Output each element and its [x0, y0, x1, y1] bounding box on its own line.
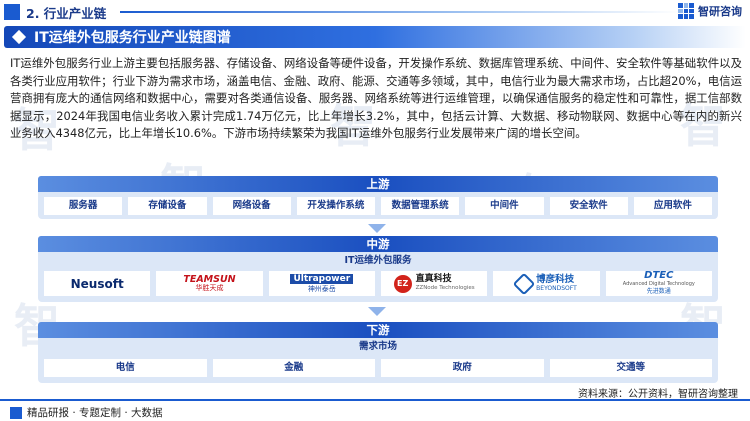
logo-teamsun-en: TEAMSUN	[183, 273, 236, 285]
arrow-down-icon	[368, 224, 386, 233]
downstream-item-telecom: 电信	[44, 359, 207, 377]
page-title: IT运维外包服务行业产业链图谱	[34, 30, 231, 46]
logo-beyondsoft: 博彦科技 BEYONDSOFT	[493, 271, 600, 296]
section-label: 2. 行业产业链	[26, 5, 107, 21]
upstream-block: 上游 服务器 存储设备 网络设备 开发操作系统 数据管理系统 中间件 安全软件 …	[38, 176, 718, 219]
midstream-header: 中游	[38, 236, 718, 252]
midstream-sublabel: IT运维外包服务	[344, 255, 412, 266]
downstream-block: 下游 需求市场 电信 金融 政府 交通等	[38, 322, 718, 383]
brand-logo: 智研咨询	[678, 3, 742, 19]
description-paragraph: IT运维外包服务行业上游主要包括服务器、存储设备、网络设备等硬件设备，开发操作系…	[10, 56, 742, 141]
upstream-item-os: 开发操作系统	[296, 197, 375, 215]
diamond-icon	[11, 29, 27, 45]
logo-ezz: EZ 直真科技 ZZNode Technologies	[380, 271, 488, 296]
logo-ultrapower-cn: 神州泰岳	[307, 284, 336, 293]
top-header: 2. 行业产业链 智研咨询	[0, 0, 750, 24]
title-bar: IT运维外包服务行业产业链图谱	[4, 26, 746, 48]
footer-text: 精品研报 · 专题定制 · 大数据	[27, 407, 163, 419]
arrow-down-icon	[368, 307, 386, 316]
logo-ezz-cn: 直真科技	[415, 273, 452, 284]
downstream-header: 下游	[38, 322, 718, 338]
section-tag: 2. 行业产业链	[0, 3, 106, 21]
logo-dtec-en: DTEC	[644, 271, 674, 281]
logo-teamsun: TEAMSUN 华胜天成	[156, 271, 263, 296]
upstream-item-security: 安全软件	[549, 197, 628, 215]
upstream-item-middleware: 中间件	[465, 197, 544, 215]
brand-name: 智研咨询	[698, 5, 742, 18]
footer: 精品研报 · 专题定制 · 大数据	[0, 399, 750, 421]
section-square-icon	[4, 4, 20, 20]
footer-square-icon	[10, 406, 22, 419]
source-note: 资料来源：公开资料，智研咨询整理	[578, 389, 738, 400]
logo-beyondsoft-cn: 博彦科技	[536, 273, 575, 285]
upstream-item-dbms: 数据管理系统	[381, 197, 460, 215]
ezz-mark-icon: EZ	[393, 274, 412, 293]
downstream-item-finance: 金融	[212, 359, 375, 377]
upstream-item-network: 网络设备	[212, 197, 291, 215]
downstream-item-transport: 交通等	[549, 359, 712, 377]
logo-beyondsoft-en: BEYONDSOFT	[536, 284, 577, 292]
downstream-sublabel: 需求市场	[358, 341, 397, 352]
logo-teamsun-cn: 华胜天成	[195, 283, 224, 292]
downstream-item-government: 政府	[381, 359, 544, 377]
logo-dtec-tag: Advanced Digital Technology	[622, 280, 695, 287]
brand-mark-icon	[678, 3, 694, 19]
upstream-item-server: 服务器	[44, 197, 123, 215]
header-divider	[120, 11, 680, 13]
upstream-item-apps: 应用软件	[633, 197, 712, 215]
beyondsoft-mark-icon	[512, 272, 536, 295]
logo-ezz-en: ZZNode Technologies	[415, 284, 475, 291]
logo-dtec-cn: 先进数通	[646, 287, 671, 295]
upstream-header: 上游	[38, 176, 718, 192]
logo-neusoft: Neusoft	[44, 271, 151, 296]
midstream-block: 中游 IT运维外包服务 Neusoft TEAMSUN 华胜天成 Ultrapo…	[38, 236, 718, 302]
logo-ultrapower: Ultrapower 神州泰岳	[268, 271, 375, 296]
upstream-item-storage: 存储设备	[128, 197, 207, 215]
logo-dtec: DTEC Advanced Digital Technology 先进数通	[605, 271, 712, 296]
logo-ultrapower-en: Ultrapower	[290, 273, 354, 284]
